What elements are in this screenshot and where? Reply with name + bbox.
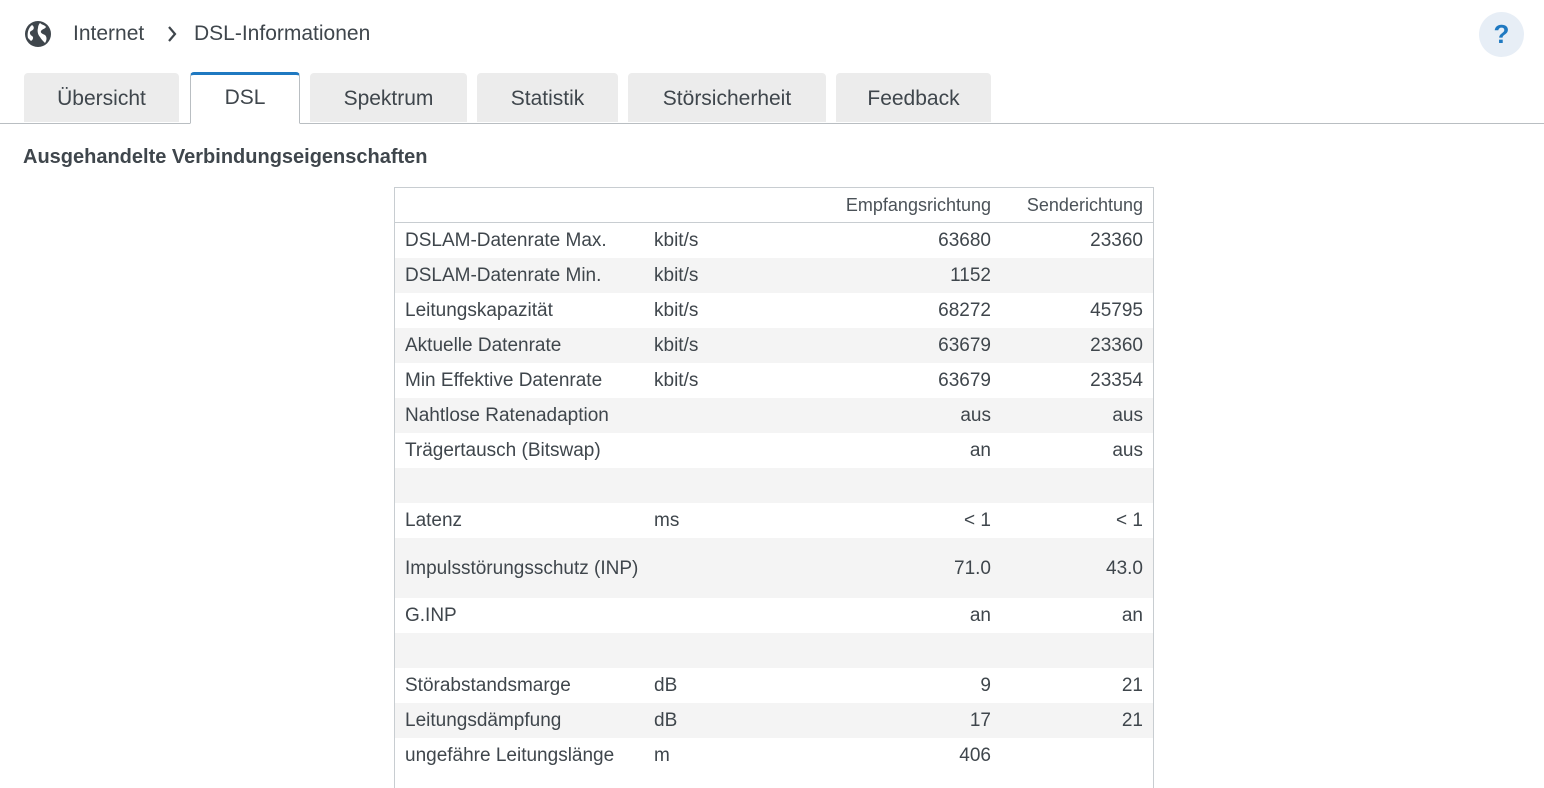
column-header-label [395, 188, 649, 223]
row-downstream-value: < 1 [964, 509, 991, 531]
row-label: Leitungsdämpfung [395, 703, 649, 738]
breadcrumb-internet-link[interactable]: Internet [73, 20, 144, 48]
row-label: Latenz [405, 509, 463, 531]
row-label: ungefähre Leitungslänge [405, 744, 615, 766]
section-title: Ausgehandelte Verbindungseigenschaften [23, 146, 428, 168]
table-row: DSLAM-Datenrate Min. kbit/s 1152 [395, 258, 1153, 293]
tab-statistik[interactable]: Statistik [477, 73, 618, 122]
row-label: Leitungskapazität [405, 299, 553, 321]
row-upstream-value: 23354 [1090, 369, 1143, 391]
row-upstream-value [1001, 633, 1153, 668]
row-upstream-value [1001, 258, 1153, 293]
row-downstream-value: 63680 [938, 229, 991, 251]
row-downstream-value: 63679 [761, 328, 1001, 363]
row-downstream-value: an [969, 604, 991, 626]
row-unit: kbit/s [654, 229, 699, 251]
row-downstream-value: 406 [959, 744, 991, 766]
table-spacer-row [395, 468, 1153, 503]
row-upstream-value: 23360 [1001, 328, 1153, 363]
row-upstream-value [1001, 738, 1153, 773]
table-row: Leitungsdämpfung dB 17 21 [395, 703, 1153, 738]
row-downstream-value: aus [761, 398, 1001, 433]
table-row: Aktuelle Datenrate kbit/s 63679 23360 [395, 328, 1153, 363]
table-row: G.INP an an [395, 598, 1153, 633]
row-upstream-value: aus [1001, 398, 1153, 433]
row-label: Nahtlose Ratenadaption [395, 398, 649, 433]
table-spacer-row [395, 633, 1153, 668]
column-header-upstream: Senderichtung [1001, 188, 1153, 223]
column-header-downstream: Empfangsrichtung [761, 188, 1001, 223]
row-downstream-value [761, 633, 1001, 668]
row-unit: kbit/s [654, 299, 699, 321]
table-row: Störabstandsmarge dB 9 21 [395, 668, 1153, 703]
row-upstream-value: 21 [1121, 674, 1143, 696]
table-row: Min Effektive Datenrate kbit/s 63679 233… [395, 363, 1153, 398]
tab-bar: Übersicht DSL Spektrum Statistik Störsic… [0, 72, 1544, 124]
row-unit: kbit/s [649, 328, 761, 363]
chevron-right-icon [168, 26, 177, 42]
help-button[interactable]: ? [1479, 12, 1524, 57]
table-row: Trägertausch (Bitswap) an aus [395, 433, 1153, 468]
row-upstream-value [1001, 468, 1153, 503]
row-unit: kbit/s [654, 369, 699, 391]
row-downstream-value: 68272 [938, 299, 991, 321]
row-downstream-value: 71.0 [761, 538, 1001, 598]
table-row: Leitungskapazität kbit/s 68272 45795 [395, 293, 1153, 328]
row-upstream-value: 43.0 [1001, 538, 1153, 598]
table-row: Nahtlose Ratenadaption aus aus [395, 398, 1153, 433]
table-row: DSLAM-Datenrate Max. kbit/s 63680 23360 [395, 223, 1153, 259]
row-label: Störabstandsmarge [405, 674, 571, 696]
row-unit: m [654, 744, 670, 766]
row-label [395, 468, 649, 503]
table-header-row: Empfangsrichtung Senderichtung [395, 188, 1153, 223]
row-unit [649, 598, 761, 633]
row-label: Min Effektive Datenrate [405, 369, 603, 391]
row-upstream-value: aus [1112, 439, 1143, 461]
table-row: Latenz ms < 1 < 1 [395, 503, 1153, 538]
row-upstream-value: 23360 [1090, 229, 1143, 251]
globe-icon [25, 21, 51, 47]
row-downstream-value: an [969, 439, 991, 461]
connection-properties-table: Empfangsrichtung Senderichtung DSLAM-Dat… [394, 187, 1154, 788]
row-label: DSLAM-Datenrate Min. [395, 258, 649, 293]
row-unit [649, 633, 761, 668]
row-label: Impulsstörungsschutz (INP) [395, 538, 649, 598]
row-downstream-value: 1152 [761, 258, 1001, 293]
table-row: ungefähre Leitungslänge m 406 [395, 738, 1153, 773]
row-unit: ms [654, 509, 680, 531]
tab-uebersicht[interactable]: Übersicht [24, 73, 179, 122]
row-label: Trägertausch (Bitswap) [405, 439, 601, 461]
row-label: Aktuelle Datenrate [395, 328, 649, 363]
row-unit: dB [654, 674, 678, 696]
row-unit: kbit/s [649, 258, 761, 293]
tab-stoersicherheit[interactable]: Störsicherheit [628, 73, 826, 122]
row-downstream-value: 17 [761, 703, 1001, 738]
row-downstream-value: 63679 [938, 369, 991, 391]
tab-spektrum[interactable]: Spektrum [310, 73, 467, 122]
column-header-unit [649, 188, 761, 223]
row-downstream-value: 9 [980, 674, 991, 696]
row-unit [649, 468, 761, 503]
tab-feedback[interactable]: Feedback [836, 73, 991, 122]
row-upstream-value: an [1121, 604, 1143, 626]
header: Internet DSL-Informationen ? [0, 0, 1544, 70]
row-unit: dB [649, 703, 761, 738]
tab-dsl[interactable]: DSL [190, 72, 300, 124]
row-label: DSLAM-Datenrate Max. [405, 229, 607, 251]
breadcrumb-current-page: DSL-Informationen [194, 22, 371, 45]
row-unit [649, 433, 761, 468]
row-label [395, 633, 649, 668]
row-upstream-value: < 1 [1116, 509, 1143, 531]
row-upstream-value: 21 [1001, 703, 1153, 738]
row-unit [649, 398, 761, 433]
row-upstream-value: 45795 [1090, 299, 1143, 321]
table-row: Impulsstörungsschutz (INP) 71.0 43.0 [395, 538, 1153, 598]
row-unit [649, 538, 761, 598]
row-downstream-value [761, 468, 1001, 503]
row-label: G.INP [405, 604, 457, 626]
